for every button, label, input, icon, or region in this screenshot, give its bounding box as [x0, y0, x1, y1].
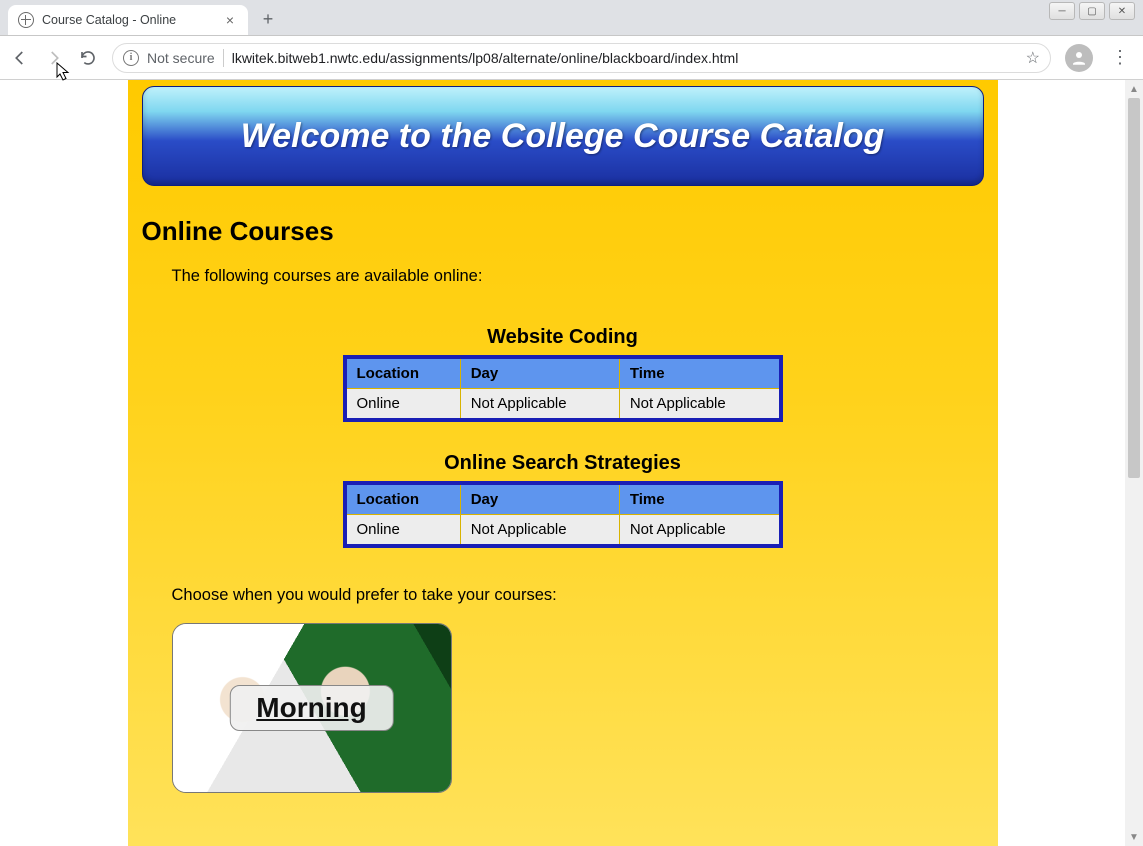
cell-day: Not Applicable	[460, 515, 619, 547]
site-info-icon[interactable]: i	[123, 50, 139, 66]
window-maximize-button[interactable]: ▢	[1079, 2, 1105, 20]
cell-time: Not Applicable	[619, 389, 780, 421]
col-location: Location	[345, 483, 461, 515]
kebab-menu-icon[interactable]: ⋮	[1107, 47, 1133, 68]
cell-day: Not Applicable	[460, 389, 619, 421]
reload-button[interactable]	[78, 48, 98, 68]
table-row: Online Not Applicable Not Applicable	[345, 515, 781, 547]
scroll-track[interactable]	[1125, 98, 1143, 828]
url-text: lkwitek.bitweb1.nwtc.edu/assignments/lp0…	[232, 50, 1018, 66]
new-tab-button[interactable]: +	[254, 5, 282, 33]
course-block: Online Search Strategies Location Day Ti…	[142, 452, 984, 548]
cell-location: Online	[345, 389, 461, 421]
globe-icon	[18, 12, 34, 28]
choose-text: Choose when you would prefer to take you…	[172, 586, 984, 605]
page-title: Online Courses	[142, 216, 984, 247]
col-time: Time	[619, 483, 780, 515]
col-day: Day	[460, 357, 619, 389]
scroll-down-button[interactable]: ▼	[1125, 828, 1143, 846]
bookmark-star-icon[interactable]: ☆	[1026, 48, 1040, 68]
forward-button	[44, 48, 64, 68]
back-button[interactable]	[10, 48, 30, 68]
col-location: Location	[345, 357, 461, 389]
table-row: Location Day Time	[345, 357, 781, 389]
window-close-button[interactable]: ✕	[1109, 2, 1135, 20]
time-option-morning[interactable]: Morning	[172, 623, 452, 793]
intro-text: The following courses are available onli…	[172, 267, 984, 286]
divider	[223, 49, 224, 67]
browser-toolbar: i Not secure lkwitek.bitweb1.nwtc.edu/as…	[0, 36, 1143, 80]
course-block: Website Coding Location Day Time Online …	[142, 326, 984, 422]
page-content: Welcome to the College Course Catalog On…	[128, 80, 998, 846]
cell-time: Not Applicable	[619, 515, 780, 547]
banner-title: Welcome to the College Course Catalog	[241, 117, 885, 156]
scroll-thumb[interactable]	[1128, 98, 1140, 478]
course-caption: Online Search Strategies	[142, 452, 984, 475]
tab-strip: Course Catalog - Online × +	[0, 0, 1143, 36]
browser-tab[interactable]: Course Catalog - Online ×	[8, 5, 248, 35]
tab-close-button[interactable]: ×	[222, 12, 238, 28]
table-row: Online Not Applicable Not Applicable	[345, 389, 781, 421]
col-day: Day	[460, 483, 619, 515]
col-time: Time	[619, 357, 780, 389]
scroll-up-button[interactable]: ▲	[1125, 80, 1143, 98]
course-caption: Website Coding	[142, 326, 984, 349]
course-table: Location Day Time Online Not Applicable …	[343, 481, 783, 548]
tab-title: Course Catalog - Online	[42, 13, 176, 27]
welcome-banner: Welcome to the College Course Catalog	[142, 86, 984, 186]
profile-avatar[interactable]	[1065, 44, 1093, 72]
vertical-scrollbar[interactable]: ▲ ▼	[1125, 80, 1143, 846]
cell-location: Online	[345, 515, 461, 547]
address-bar[interactable]: i Not secure lkwitek.bitweb1.nwtc.edu/as…	[112, 43, 1051, 73]
window-minimize-button[interactable]: ─	[1049, 2, 1075, 20]
course-table: Location Day Time Online Not Applicable …	[343, 355, 783, 422]
security-label: Not secure	[147, 50, 215, 66]
table-row: Location Day Time	[345, 483, 781, 515]
time-option-label: Morning	[229, 685, 393, 731]
